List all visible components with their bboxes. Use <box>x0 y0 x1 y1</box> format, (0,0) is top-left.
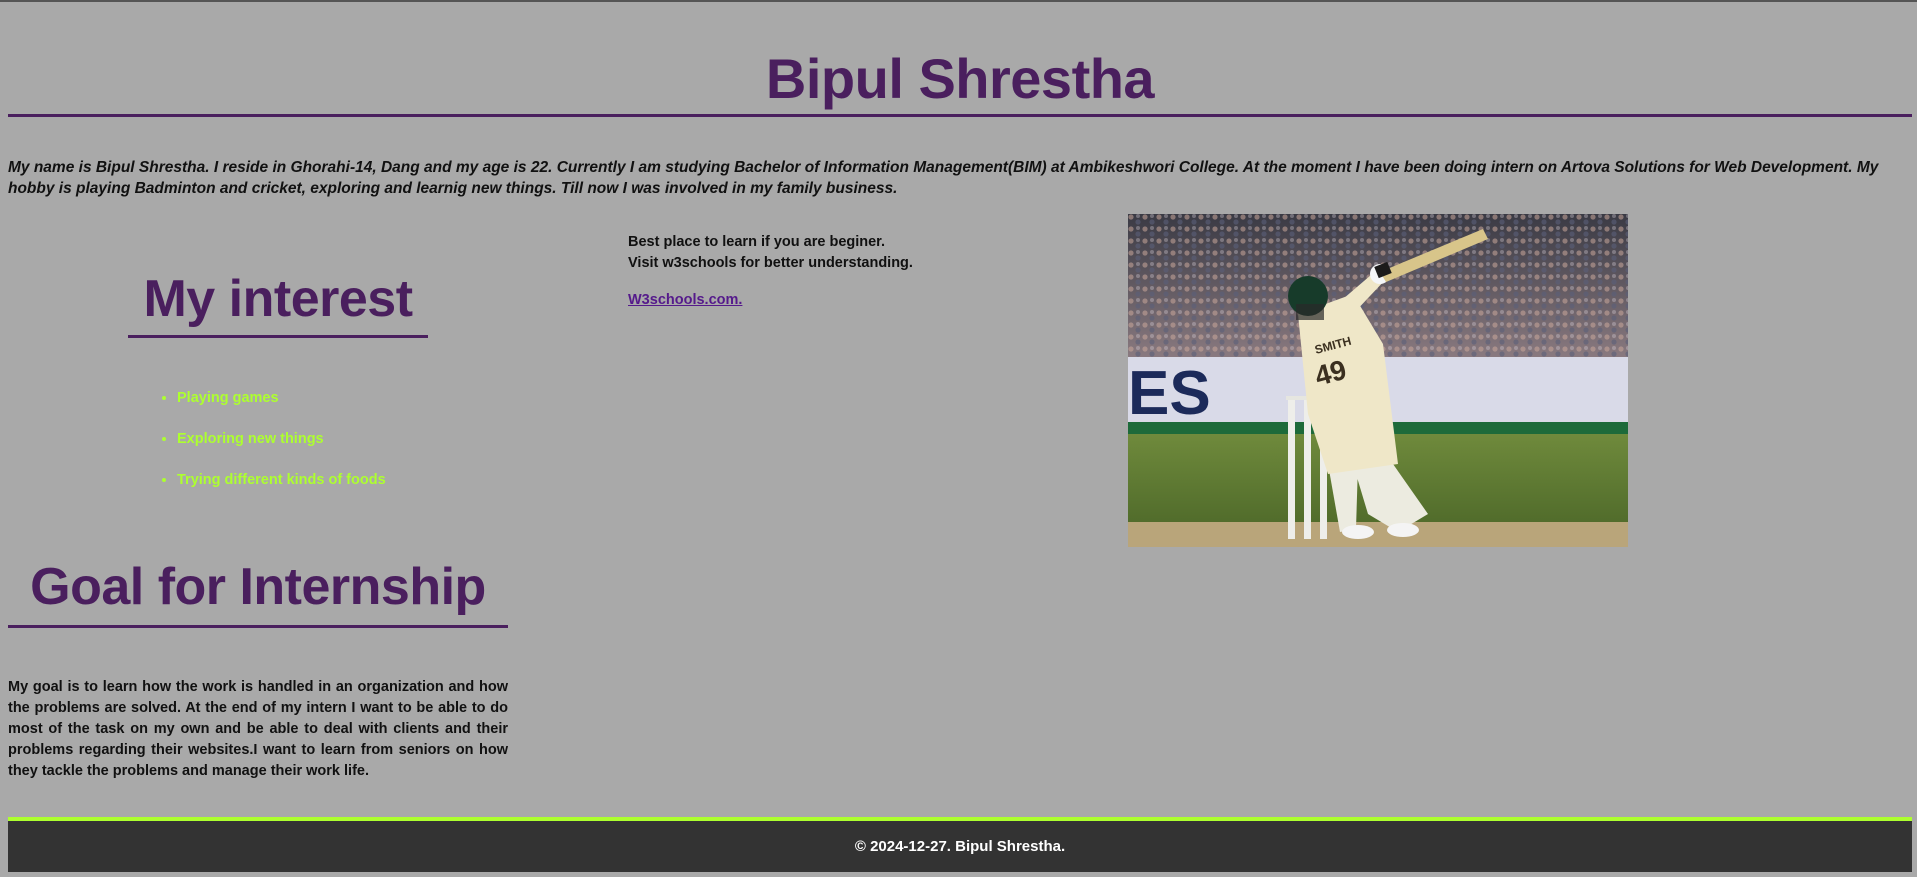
interest-divider <box>128 335 428 338</box>
interest-item-foods: Trying different kinds of foods <box>177 466 386 507</box>
goal-heading: Goal for Internship <box>30 558 486 616</box>
learn-line-2: Visit w3schools for better understanding… <box>628 255 913 271</box>
goal-paragraph: My goal is to learn how the work is hand… <box>8 679 508 779</box>
learn-section: Best place to learn if you are beginer. … <box>628 232 988 311</box>
footer-copyright: © 2024-12-27. Bipul Shrestha. <box>854 838 1066 855</box>
interest-heading: My interest <box>143 270 413 328</box>
page-title: Bipul Shrestha <box>765 47 1155 110</box>
title-divider <box>8 114 1912 117</box>
goal-divider <box>8 625 508 628</box>
cricket-photo: ES SMITH 49 <box>1128 214 1628 547</box>
interest-list: Playing games Exploring new things Tryin… <box>148 384 386 507</box>
interest-item-exploring: Exploring new things <box>177 425 386 466</box>
intro-paragraph: My name is Bipul Shrestha. I reside in G… <box>8 159 1879 197</box>
cricket-batsman-photo: ES SMITH 49 <box>1128 214 1628 547</box>
banner-text: ES <box>1128 359 1211 428</box>
footer: © 2024-12-27. Bipul Shrestha. <box>8 817 1912 872</box>
w3schools-link[interactable]: W3schools.com. <box>628 290 742 311</box>
learn-line-1: Best place to learn if you are beginer. <box>628 234 886 250</box>
interest-item-playing-games: Playing games <box>177 384 386 425</box>
page-container: Bipul Shrestha My name is Bipul Shrestha… <box>8 2 1912 877</box>
